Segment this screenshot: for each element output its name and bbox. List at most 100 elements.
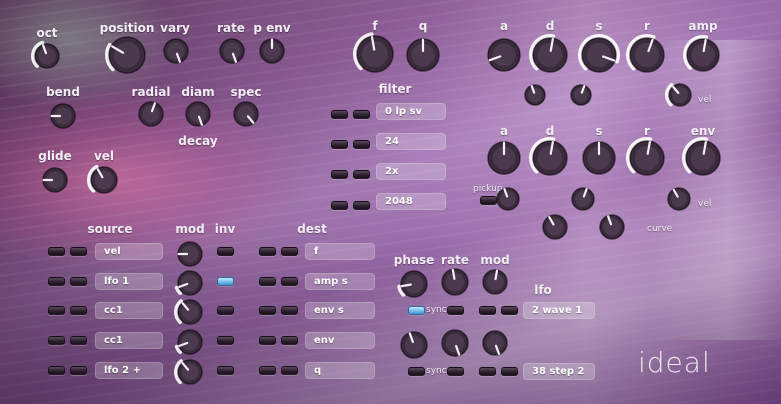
lfo-sync-toggle-1[interactable] xyxy=(408,306,425,315)
dest-prev-button-2[interactable] xyxy=(259,277,276,286)
diam-knob[interactable] xyxy=(180,96,216,132)
mod-row5-knob[interactable] xyxy=(172,354,208,390)
vary-knob[interactable] xyxy=(158,33,194,69)
dest-field-4[interactable]: env xyxy=(305,332,375,349)
amp-vel-2-knob[interactable] xyxy=(565,79,597,111)
amp-vel-1-knob[interactable] xyxy=(519,79,551,111)
source-next-button-3[interactable] xyxy=(70,306,87,315)
env-vel-knob[interactable] xyxy=(662,182,696,216)
source-next-button-2[interactable] xyxy=(70,277,87,286)
dest-field-1[interactable]: f xyxy=(305,243,375,260)
glide-label: glide xyxy=(38,149,72,163)
radial-knob[interactable] xyxy=(133,96,169,132)
dest-next-button-5[interactable] xyxy=(281,366,298,375)
inv-toggle-2[interactable] xyxy=(217,277,234,286)
source-prev-button-3[interactable] xyxy=(48,306,65,315)
lfo-wave-field[interactable]: 2 wave 1 xyxy=(523,302,595,319)
dest-next-button-2[interactable] xyxy=(281,277,298,286)
env-sustain-knob[interactable] xyxy=(577,136,621,180)
sync-label-2: sync xyxy=(426,366,447,376)
dest-prev-button-1[interactable] xyxy=(259,247,276,256)
filter-next-button-4[interactable] xyxy=(353,201,370,210)
lfo-prev-button-1[interactable] xyxy=(447,306,464,315)
filter-next-button-2[interactable] xyxy=(353,140,370,149)
spec-knob[interactable] xyxy=(228,96,264,132)
filter-f-knob[interactable] xyxy=(351,30,399,78)
lfo-step-prev-button[interactable] xyxy=(479,367,496,376)
rate-knob[interactable] xyxy=(214,33,250,69)
position-knob[interactable] xyxy=(103,31,151,79)
source-field-4[interactable]: cc1 xyxy=(95,332,163,349)
source-next-button-4[interactable] xyxy=(70,336,87,345)
inv-toggle-4[interactable] xyxy=(217,336,234,345)
filter-next-button-3[interactable] xyxy=(353,170,370,179)
lfo-step-next-button[interactable] xyxy=(501,367,518,376)
lfo-rate-knob[interactable] xyxy=(436,263,474,301)
source-prev-button-5[interactable] xyxy=(48,366,65,375)
dest-field-5[interactable]: q xyxy=(305,362,375,379)
dest-next-button-3[interactable] xyxy=(281,306,298,315)
inv-toggle-5[interactable] xyxy=(217,366,234,375)
filter-label: filter xyxy=(378,82,412,96)
amp-sustain-knob[interactable] xyxy=(576,32,622,78)
lfo2-phase-knob[interactable] xyxy=(395,326,433,364)
source-next-button-1[interactable] xyxy=(70,247,87,256)
amp-vel-label: vel xyxy=(698,95,712,105)
source-prev-button-2[interactable] xyxy=(48,277,65,286)
env-decay-knob[interactable] xyxy=(527,135,573,181)
lfo-phase-knob[interactable] xyxy=(395,265,433,303)
source-field-1[interactable]: vel xyxy=(95,243,163,260)
inv-toggle-3[interactable] xyxy=(217,306,234,315)
amp-attack-label: a xyxy=(499,19,509,33)
filter-prev-button-3[interactable] xyxy=(331,170,348,179)
amp-release-label: r xyxy=(644,19,650,33)
lfo2-mod-knob[interactable] xyxy=(477,325,513,361)
amp-decay-knob[interactable] xyxy=(527,32,573,78)
curve-1-knob[interactable] xyxy=(537,209,573,245)
source-field-5[interactable]: lfo 2 + xyxy=(95,362,163,379)
source-field-2[interactable]: lfo 1 xyxy=(95,273,163,290)
bend-knob[interactable] xyxy=(45,98,81,134)
pickup-toggle[interactable] xyxy=(480,196,497,205)
dest-field-2[interactable]: amp s xyxy=(305,273,375,290)
amp-attack-knob[interactable] xyxy=(482,33,526,77)
dest-prev-button-3[interactable] xyxy=(259,306,276,315)
vel-knob[interactable] xyxy=(85,161,123,199)
source-prev-button-4[interactable] xyxy=(48,336,65,345)
glide-knob[interactable] xyxy=(37,162,73,198)
amp-release-knob[interactable] xyxy=(624,32,670,78)
amp-vel-knob[interactable] xyxy=(663,78,697,112)
dest-next-button-1[interactable] xyxy=(281,247,298,256)
filter-q-knob[interactable] xyxy=(401,33,445,77)
filter-prev-button-4[interactable] xyxy=(331,201,348,210)
dest-field-3[interactable]: env s xyxy=(305,302,375,319)
env-release-knob[interactable] xyxy=(624,135,670,181)
filter-field-1[interactable]: 0 lp sv xyxy=(376,103,446,120)
lfo-sync-toggle-2[interactable] xyxy=(408,367,425,376)
lfo-step-field[interactable]: 38 step 2 xyxy=(523,363,595,380)
lfo-prev-button-2[interactable] xyxy=(447,367,464,376)
filter-next-button-1[interactable] xyxy=(353,110,370,119)
dest-next-button-4[interactable] xyxy=(281,336,298,345)
lfo-mod-knob[interactable] xyxy=(477,264,513,300)
lfo2-rate-knob[interactable] xyxy=(436,324,474,362)
inv-toggle-1[interactable] xyxy=(217,247,234,256)
filter-field-2[interactable]: 24 xyxy=(376,133,446,150)
dest-prev-button-5[interactable] xyxy=(259,366,276,375)
source-field-3[interactable]: cc1 xyxy=(95,302,163,319)
oct-knob[interactable] xyxy=(29,38,65,74)
lfo-wave-prev-button[interactable] xyxy=(479,306,496,315)
dest-prev-button-4[interactable] xyxy=(259,336,276,345)
curve-2-knob[interactable] xyxy=(594,209,630,245)
source-prev-button-1[interactable] xyxy=(48,247,65,256)
filter-field-4[interactable]: 2048 xyxy=(376,193,446,210)
filter-prev-button-2[interactable] xyxy=(331,140,348,149)
filter-field-3[interactable]: 2x xyxy=(376,163,446,180)
source-next-button-5[interactable] xyxy=(70,366,87,375)
amp-knob[interactable] xyxy=(681,33,725,77)
filter-prev-button-1[interactable] xyxy=(331,110,348,119)
env-knob[interactable] xyxy=(680,135,726,181)
env-attack-knob[interactable] xyxy=(482,136,526,180)
lfo-wave-next-button[interactable] xyxy=(501,306,518,315)
penv-knob[interactable] xyxy=(254,33,290,69)
